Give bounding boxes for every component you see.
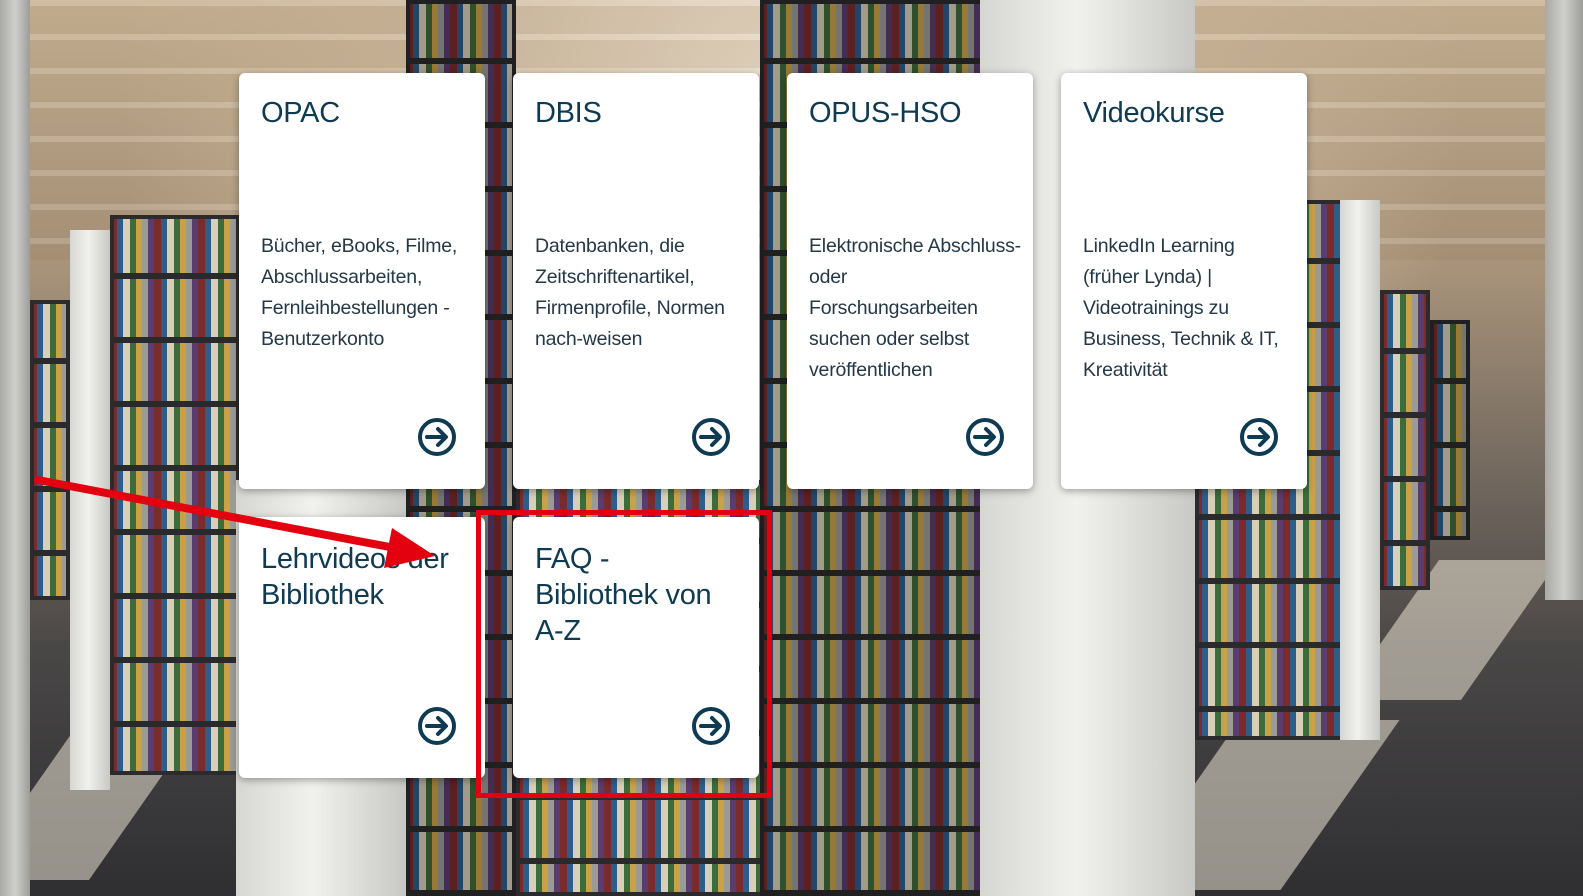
arrow-circle-right-icon[interactable] [417, 417, 457, 457]
arrow-circle-right-icon[interactable] [965, 417, 1005, 457]
card-opus-hso[interactable]: OPUS-HSO Elektronische Abschluss- oder F… [787, 73, 1033, 489]
card-title: OPAC [261, 97, 340, 129]
pillar [0, 0, 30, 896]
card-title: DBIS [535, 97, 602, 129]
bookshelf [110, 215, 240, 775]
card-description: Elektronische Abschluss- oder Forschungs… [809, 235, 1021, 381]
card-description: Bücher, eBooks, Filme, Abschlussarbeiten… [261, 235, 458, 350]
bookshelf [1380, 290, 1430, 590]
card-dbis[interactable]: DBIS Datenbanken, die Zeitschriftenartik… [513, 73, 759, 489]
card-opac[interactable]: OPAC Bücher, eBooks, Filme, Abschlussarb… [239, 73, 485, 489]
arrow-circle-right-icon[interactable] [1239, 417, 1279, 457]
card-faq[interactable]: FAQ - Bibliothek von A-Z [513, 517, 759, 778]
card-description: LinkedIn Learning (früher Lynda) | Video… [1083, 235, 1279, 381]
card-title: FAQ - Bibliothek von A-Z [535, 543, 712, 647]
wall-column [1545, 0, 1583, 600]
arrow-circle-right-icon[interactable] [691, 417, 731, 457]
card-description: Datenbanken, die Zeitschriftenartikel, F… [535, 235, 725, 350]
card-videokurse[interactable]: Videokurse LinkedIn Learning (früher Lyn… [1061, 73, 1307, 489]
library-portal-page: OPAC Bücher, eBooks, Filme, Abschlussarb… [0, 0, 1583, 896]
shelf-end-panel [1340, 200, 1380, 740]
card-title: Videokurse [1083, 97, 1225, 129]
card-title: Lehrvideos der Bibliothek [261, 543, 449, 611]
arrow-circle-right-icon[interactable] [691, 706, 731, 746]
shelf-end-panel [70, 230, 110, 790]
card-title: OPUS-HSO [809, 97, 962, 129]
card-lehrvideos[interactable]: Lehrvideos der Bibliothek [239, 517, 485, 778]
bookshelf [1430, 320, 1470, 540]
bookshelf [30, 300, 70, 600]
arrow-circle-right-icon[interactable] [417, 706, 457, 746]
